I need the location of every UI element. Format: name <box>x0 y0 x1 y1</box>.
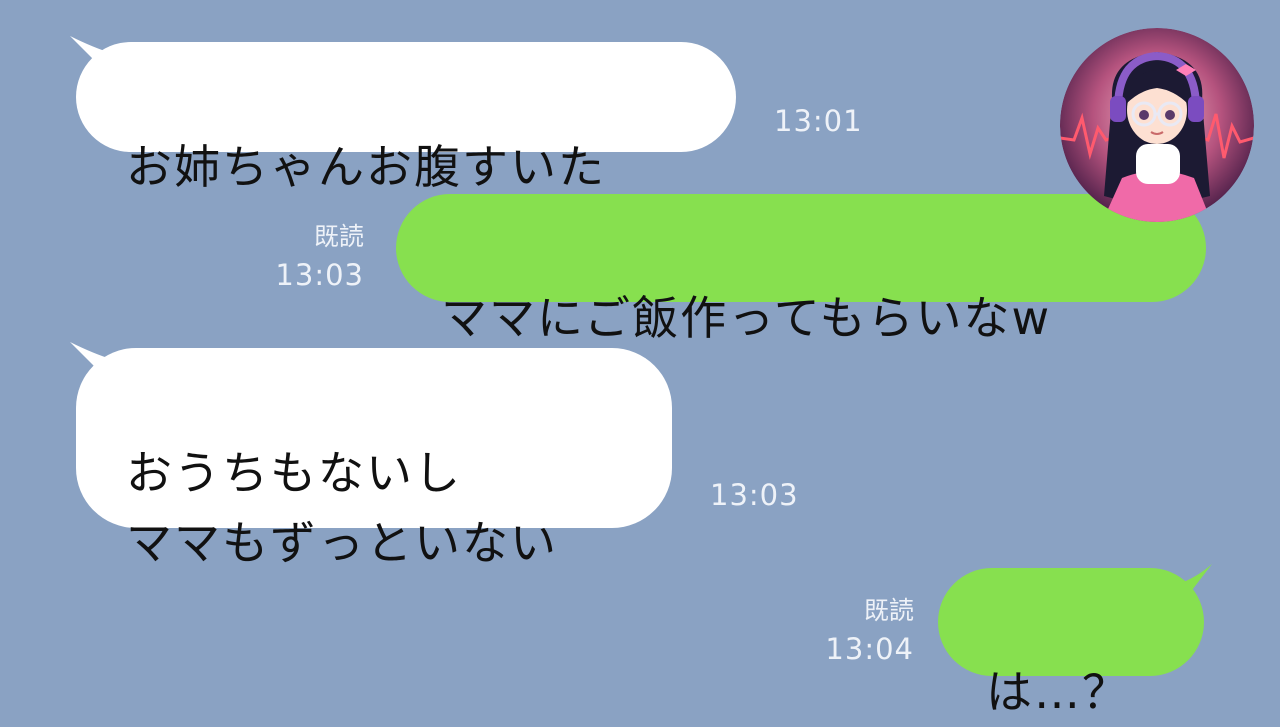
message-bubble[interactable]: は…？ <box>938 568 1204 719</box>
read-label: 既読 <box>863 596 914 625</box>
message-text: おうちもないし ママもずっといない <box>126 446 558 570</box>
message-bubble[interactable]: おうちもないし ママもずっといない <box>76 348 672 570</box>
message-time: 13:03 <box>275 258 364 292</box>
message-bubble[interactable]: ママにご飯作ってもらいなw <box>396 194 1206 345</box>
message-text: は…？ <box>986 665 1130 719</box>
message-text: お姉ちゃんお腹すいた <box>126 140 606 194</box>
read-receipt: 既読 13:04 <box>800 592 914 668</box>
message-bubble[interactable]: お姉ちゃんお腹すいた <box>76 42 736 194</box>
read-receipt: 既読 13:03 <box>250 218 364 294</box>
message-time: 13:03 <box>710 478 799 512</box>
girl-with-headphones-avatar[interactable] <box>1060 28 1254 222</box>
avatar-image <box>1060 28 1254 222</box>
read-label: 既読 <box>313 222 364 251</box>
message-time: 13:04 <box>825 632 914 666</box>
message-time: 13:01 <box>774 104 863 138</box>
message-text: ママにご飯作ってもらいなw <box>441 291 1052 345</box>
